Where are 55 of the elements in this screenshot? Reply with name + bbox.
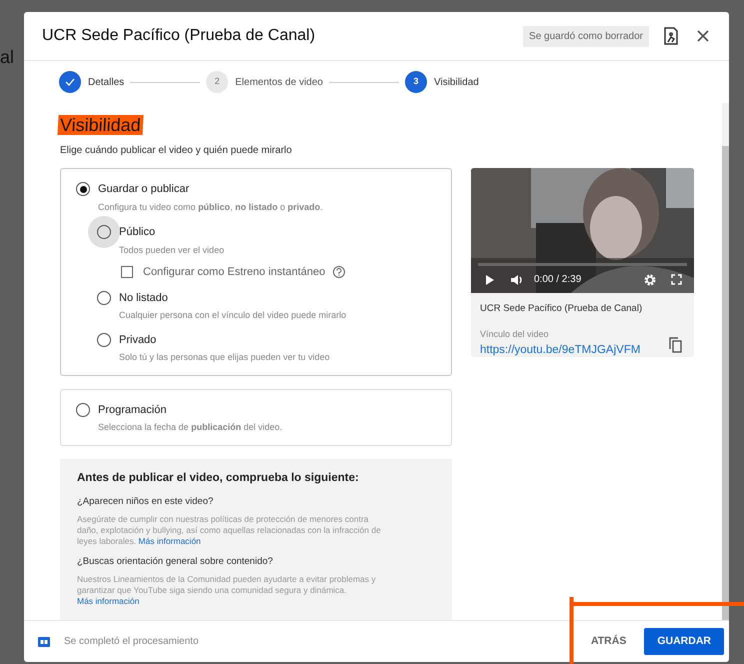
status-icon [38, 636, 50, 646]
background-text: al [0, 46, 14, 69]
step-number[interactable]: 2 [206, 71, 228, 93]
step-done-indicator[interactable] [59, 71, 81, 93]
section-subtitle: Elige cuándo publicar el video y quién puede mirarlo [60, 144, 293, 158]
radio-label[interactable]: Programación [98, 402, 166, 418]
option-description: Todos pueden ver el video [119, 244, 226, 257]
checklist-question: ¿Aparecen niños en este video? [77, 494, 214, 509]
help-icon[interactable] [333, 266, 346, 278]
checkbox-label[interactable]: Configurar como Estreno instantáneo [143, 264, 326, 280]
step-label[interactable]: Elementos de video [235, 74, 323, 90]
feedback-icon[interactable] [663, 27, 679, 45]
back-button[interactable]: ATRÁS [580, 628, 636, 655]
video-time: 0:00 / 2:39 [534, 273, 582, 287]
draft-status: Se guardó como borrador [523, 26, 649, 46]
radio-label[interactable]: Público [119, 224, 156, 240]
dialog-title: UCR Sede Pacífico (Prueba de Canal) [42, 26, 316, 46]
step-label[interactable]: Detalles [88, 74, 124, 90]
scrollbar-thumb[interactable] [722, 146, 729, 620]
play-icon[interactable] [485, 274, 495, 286]
option-row[interactable]: Privado [97, 332, 451, 348]
step-number[interactable]: 3 [404, 71, 427, 93]
radio-button[interactable] [76, 402, 90, 417]
section-heading: Visibilidad [57, 115, 144, 135]
radio-label[interactable]: Guardar o publicar [98, 181, 190, 198]
option-description: Configura tu video como público, no listado o privado. [98, 200, 324, 214]
radio-button[interactable] [97, 290, 111, 305]
checkbox[interactable] [121, 266, 133, 278]
progress-track[interactable] [478, 263, 687, 266]
option-description: Selecciona la fecha de publicación del video. [98, 421, 284, 434]
copy-icon[interactable] [669, 337, 682, 354]
checklist-title: Antes de publicar el video, comprueba lo siguiente: [77, 470, 360, 486]
option-description: Solo tú y las personas que elijas pueden ver tu video [119, 351, 331, 364]
step-label[interactable]: Visibilidad [434, 74, 479, 90]
checklist-text: Asegúrate de cumplir con nuestras políticas de protección de menores contra daño, explotación y bullying, así como aquellas relacionadas con la infracción de leyes laborales. Más información [77, 514, 382, 547]
option-description: Cualquier persona con el vínculo del video puede mirarlo [119, 309, 348, 322]
close-icon[interactable] [697, 30, 709, 42]
radio-button[interactable] [76, 182, 90, 196]
link-label: Vínculo del video [480, 328, 550, 342]
volume-icon[interactable] [510, 274, 524, 286]
save-button[interactable]: GUARDAR [644, 628, 724, 655]
radio-label[interactable]: No listado [119, 290, 168, 306]
checklist-question: ¿Buscas orientación general sobre contenido? [77, 555, 274, 569]
processing-status: Se completó el procesamiento [64, 635, 200, 649]
radio-button[interactable] [97, 225, 111, 240]
settings-icon[interactable] [644, 274, 656, 286]
option-row[interactable]: No listado [97, 290, 451, 306]
radio-button[interactable] [97, 332, 111, 347]
more-info-link[interactable]: Más información [77, 596, 140, 606]
video-link[interactable]: https://youtu.be/9eTMJGAjVFM [480, 342, 640, 359]
fullscreen-icon[interactable] [671, 274, 682, 285]
radio-label[interactable]: Privado [119, 332, 156, 348]
video-title: UCR Sede Pacífico (Prueba de Canal) [480, 302, 644, 316]
checklist-text: Nuestros Lineamientos de la Comunidad pueden ayudarte a evitar problemas y garantizar que YouTube siga siendo una comunidad segura y dinámica. Más información [77, 574, 377, 608]
more-info-link[interactable]: Más información [138, 536, 201, 546]
